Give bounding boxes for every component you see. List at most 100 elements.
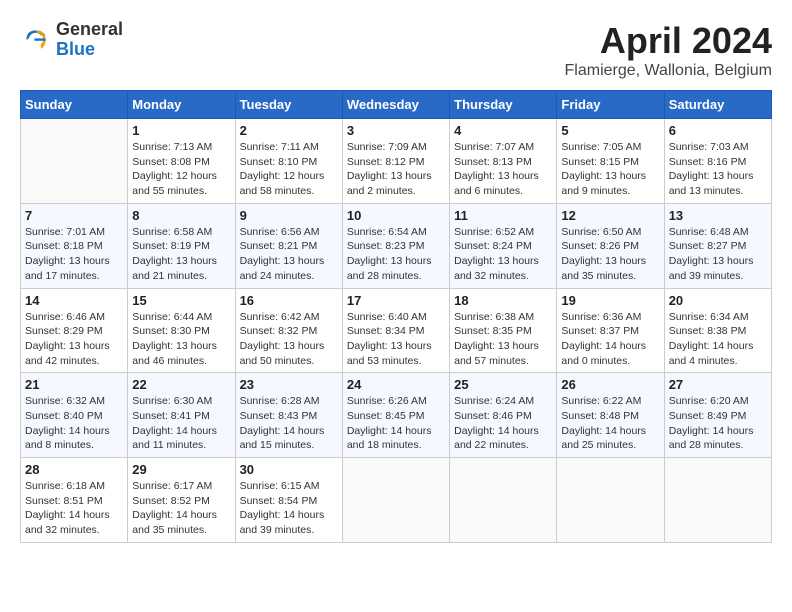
day-number: 29 bbox=[132, 462, 230, 477]
day-info: Sunrise: 6:24 AM Sunset: 8:46 PM Dayligh… bbox=[454, 394, 552, 453]
day-info: Sunrise: 6:46 AM Sunset: 8:29 PM Dayligh… bbox=[25, 310, 123, 369]
day-number: 20 bbox=[669, 293, 767, 308]
calendar-day-cell: 15Sunrise: 6:44 AM Sunset: 8:30 PM Dayli… bbox=[128, 288, 235, 373]
weekday-thursday: Thursday bbox=[450, 91, 557, 119]
calendar-table: SundayMondayTuesdayWednesdayThursdayFrid… bbox=[20, 90, 772, 543]
calendar-day-cell: 8 Sunrise: 6:58 AM Sunset: 8:19 PM Daylig… bbox=[128, 203, 235, 288]
day-info: Sunrise: 6:48 AM Sunset: 8:27 PM Dayligh… bbox=[669, 225, 767, 284]
day-number: 21 bbox=[25, 377, 123, 392]
calendar-day-cell: 18 Sunrise: 6:38 AM Sunset: 8:35 PM Dayli… bbox=[450, 288, 557, 373]
day-info: Sunrise: 6:34 AM Sunset: 8:38 PM Dayligh… bbox=[669, 310, 767, 369]
day-info: Sunrise: 7:07 AM Sunset: 8:13 PM Dayligh… bbox=[454, 140, 552, 199]
day-number: 5 bbox=[561, 123, 659, 138]
calendar-day-cell: 19 Sunrise: 6:36 AM Sunset: 8:37 PM Dayli… bbox=[557, 288, 664, 373]
day-number: 3 bbox=[347, 123, 445, 138]
day-number: 24 bbox=[347, 377, 445, 392]
calendar-day-cell: 5 Sunrise: 7:05 AM Sunset: 8:15 PM Daylig… bbox=[557, 119, 664, 204]
day-number: 6 bbox=[669, 123, 767, 138]
day-info: Sunrise: 7:03 AM Sunset: 8:16 PM Dayligh… bbox=[669, 140, 767, 199]
calendar-header: SundayMondayTuesdayWednesdayThursdayFrid… bbox=[21, 91, 772, 119]
calendar-day-cell: 2 Sunrise: 7:11 AM Sunset: 8:10 PM Daylig… bbox=[235, 119, 342, 204]
weekday-row: SundayMondayTuesdayWednesdayThursdayFrid… bbox=[21, 91, 772, 119]
day-info: Sunrise: 6:54 AM Sunset: 8:23 PM Dayligh… bbox=[347, 225, 445, 284]
weekday-wednesday: Wednesday bbox=[342, 91, 449, 119]
day-number: 28 bbox=[25, 462, 123, 477]
calendar-day-cell: 14Sunrise: 6:46 AM Sunset: 8:29 PM Dayli… bbox=[21, 288, 128, 373]
day-number: 7 bbox=[25, 208, 123, 223]
month-title: April 2024 bbox=[565, 20, 772, 62]
day-info: Sunrise: 7:09 AM Sunset: 8:12 PM Dayligh… bbox=[347, 140, 445, 199]
calendar-day-cell bbox=[342, 458, 449, 543]
calendar-day-cell bbox=[21, 119, 128, 204]
calendar-day-cell: 6 Sunrise: 7:03 AM Sunset: 8:16 PM Daylig… bbox=[664, 119, 771, 204]
day-info: Sunrise: 6:28 AM Sunset: 8:43 PM Dayligh… bbox=[240, 394, 338, 453]
calendar-day-cell: 1Sunrise: 7:13 AM Sunset: 8:08 PM Daylig… bbox=[128, 119, 235, 204]
calendar-week-row: 7 Sunrise: 7:01 AM Sunset: 8:18 PM Daylig… bbox=[21, 203, 772, 288]
day-info: Sunrise: 6:36 AM Sunset: 8:37 PM Dayligh… bbox=[561, 310, 659, 369]
day-number: 18 bbox=[454, 293, 552, 308]
weekday-saturday: Saturday bbox=[664, 91, 771, 119]
calendar-day-cell: 16 Sunrise: 6:42 AM Sunset: 8:32 PM Dayli… bbox=[235, 288, 342, 373]
calendar-day-cell: 13 Sunrise: 6:48 AM Sunset: 8:27 PM Dayli… bbox=[664, 203, 771, 288]
day-number: 22 bbox=[132, 377, 230, 392]
day-number: 25 bbox=[454, 377, 552, 392]
logo-blue-text: Blue bbox=[56, 40, 123, 60]
calendar-day-cell: 29Sunrise: 6:17 AM Sunset: 8:52 PM Dayli… bbox=[128, 458, 235, 543]
day-info: Sunrise: 7:13 AM Sunset: 8:08 PM Dayligh… bbox=[132, 140, 230, 199]
calendar-day-cell: 20 Sunrise: 6:34 AM Sunset: 8:38 PM Dayli… bbox=[664, 288, 771, 373]
calendar-day-cell bbox=[664, 458, 771, 543]
day-info: Sunrise: 6:42 AM Sunset: 8:32 PM Dayligh… bbox=[240, 310, 338, 369]
logo: General Blue bbox=[20, 20, 123, 60]
calendar-day-cell: 10 Sunrise: 6:54 AM Sunset: 8:23 PM Dayli… bbox=[342, 203, 449, 288]
calendar-day-cell: 9Sunrise: 6:56 AM Sunset: 8:21 PM Daylig… bbox=[235, 203, 342, 288]
calendar-day-cell: 25 Sunrise: 6:24 AM Sunset: 8:46 PM Dayli… bbox=[450, 373, 557, 458]
calendar-day-cell: 24 Sunrise: 6:26 AM Sunset: 8:45 PM Dayli… bbox=[342, 373, 449, 458]
calendar-day-cell: 17 Sunrise: 6:40 AM Sunset: 8:34 PM Dayli… bbox=[342, 288, 449, 373]
day-info: Sunrise: 6:32 AM Sunset: 8:40 PM Dayligh… bbox=[25, 394, 123, 453]
day-info: Sunrise: 6:58 AM Sunset: 8:19 PM Dayligh… bbox=[132, 225, 230, 284]
day-info: Sunrise: 6:56 AM Sunset: 8:21 PM Dayligh… bbox=[240, 225, 338, 284]
calendar-week-row: 21 Sunrise: 6:32 AM Sunset: 8:40 PM Dayli… bbox=[21, 373, 772, 458]
day-info: Sunrise: 6:26 AM Sunset: 8:45 PM Dayligh… bbox=[347, 394, 445, 453]
day-info: Sunrise: 6:18 AM Sunset: 8:51 PM Dayligh… bbox=[25, 479, 123, 538]
day-info: Sunrise: 7:11 AM Sunset: 8:10 PM Dayligh… bbox=[240, 140, 338, 199]
day-number: 16 bbox=[240, 293, 338, 308]
calendar-day-cell: 11 Sunrise: 6:52 AM Sunset: 8:24 PM Dayli… bbox=[450, 203, 557, 288]
day-number: 12 bbox=[561, 208, 659, 223]
calendar-week-row: 14Sunrise: 6:46 AM Sunset: 8:29 PM Dayli… bbox=[21, 288, 772, 373]
weekday-friday: Friday bbox=[557, 91, 664, 119]
logo-icon bbox=[20, 24, 52, 56]
calendar-day-cell: 7 Sunrise: 7:01 AM Sunset: 8:18 PM Daylig… bbox=[21, 203, 128, 288]
day-number: 8 bbox=[132, 208, 230, 223]
calendar-body: 1Sunrise: 7:13 AM Sunset: 8:08 PM Daylig… bbox=[21, 119, 772, 543]
day-number: 17 bbox=[347, 293, 445, 308]
weekday-sunday: Sunday bbox=[21, 91, 128, 119]
calendar-week-row: 28 Sunrise: 6:18 AM Sunset: 8:51 PM Dayli… bbox=[21, 458, 772, 543]
weekday-monday: Monday bbox=[128, 91, 235, 119]
logo-general-text: General bbox=[56, 20, 123, 40]
day-number: 30 bbox=[240, 462, 338, 477]
calendar-day-cell bbox=[450, 458, 557, 543]
day-number: 4 bbox=[454, 123, 552, 138]
calendar-day-cell: 28 Sunrise: 6:18 AM Sunset: 8:51 PM Dayli… bbox=[21, 458, 128, 543]
day-info: Sunrise: 6:52 AM Sunset: 8:24 PM Dayligh… bbox=[454, 225, 552, 284]
calendar-day-cell: 27Sunrise: 6:20 AM Sunset: 8:49 PM Dayli… bbox=[664, 373, 771, 458]
day-number: 11 bbox=[454, 208, 552, 223]
calendar-day-cell: 4 Sunrise: 7:07 AM Sunset: 8:13 PM Daylig… bbox=[450, 119, 557, 204]
day-info: Sunrise: 6:38 AM Sunset: 8:35 PM Dayligh… bbox=[454, 310, 552, 369]
day-info: Sunrise: 6:40 AM Sunset: 8:34 PM Dayligh… bbox=[347, 310, 445, 369]
day-number: 10 bbox=[347, 208, 445, 223]
calendar-day-cell: 26Sunrise: 6:22 AM Sunset: 8:48 PM Dayli… bbox=[557, 373, 664, 458]
day-number: 19 bbox=[561, 293, 659, 308]
day-info: Sunrise: 6:30 AM Sunset: 8:41 PM Dayligh… bbox=[132, 394, 230, 453]
day-info: Sunrise: 6:50 AM Sunset: 8:26 PM Dayligh… bbox=[561, 225, 659, 284]
day-info: Sunrise: 6:15 AM Sunset: 8:54 PM Dayligh… bbox=[240, 479, 338, 538]
day-info: Sunrise: 7:05 AM Sunset: 8:15 PM Dayligh… bbox=[561, 140, 659, 199]
day-number: 13 bbox=[669, 208, 767, 223]
calendar-day-cell: 3 Sunrise: 7:09 AM Sunset: 8:12 PM Daylig… bbox=[342, 119, 449, 204]
day-number: 2 bbox=[240, 123, 338, 138]
day-info: Sunrise: 6:20 AM Sunset: 8:49 PM Dayligh… bbox=[669, 394, 767, 453]
day-info: Sunrise: 7:01 AM Sunset: 8:18 PM Dayligh… bbox=[25, 225, 123, 284]
calendar-day-cell: 30 Sunrise: 6:15 AM Sunset: 8:54 PM Dayli… bbox=[235, 458, 342, 543]
calendar-day-cell: 23Sunrise: 6:28 AM Sunset: 8:43 PM Dayli… bbox=[235, 373, 342, 458]
